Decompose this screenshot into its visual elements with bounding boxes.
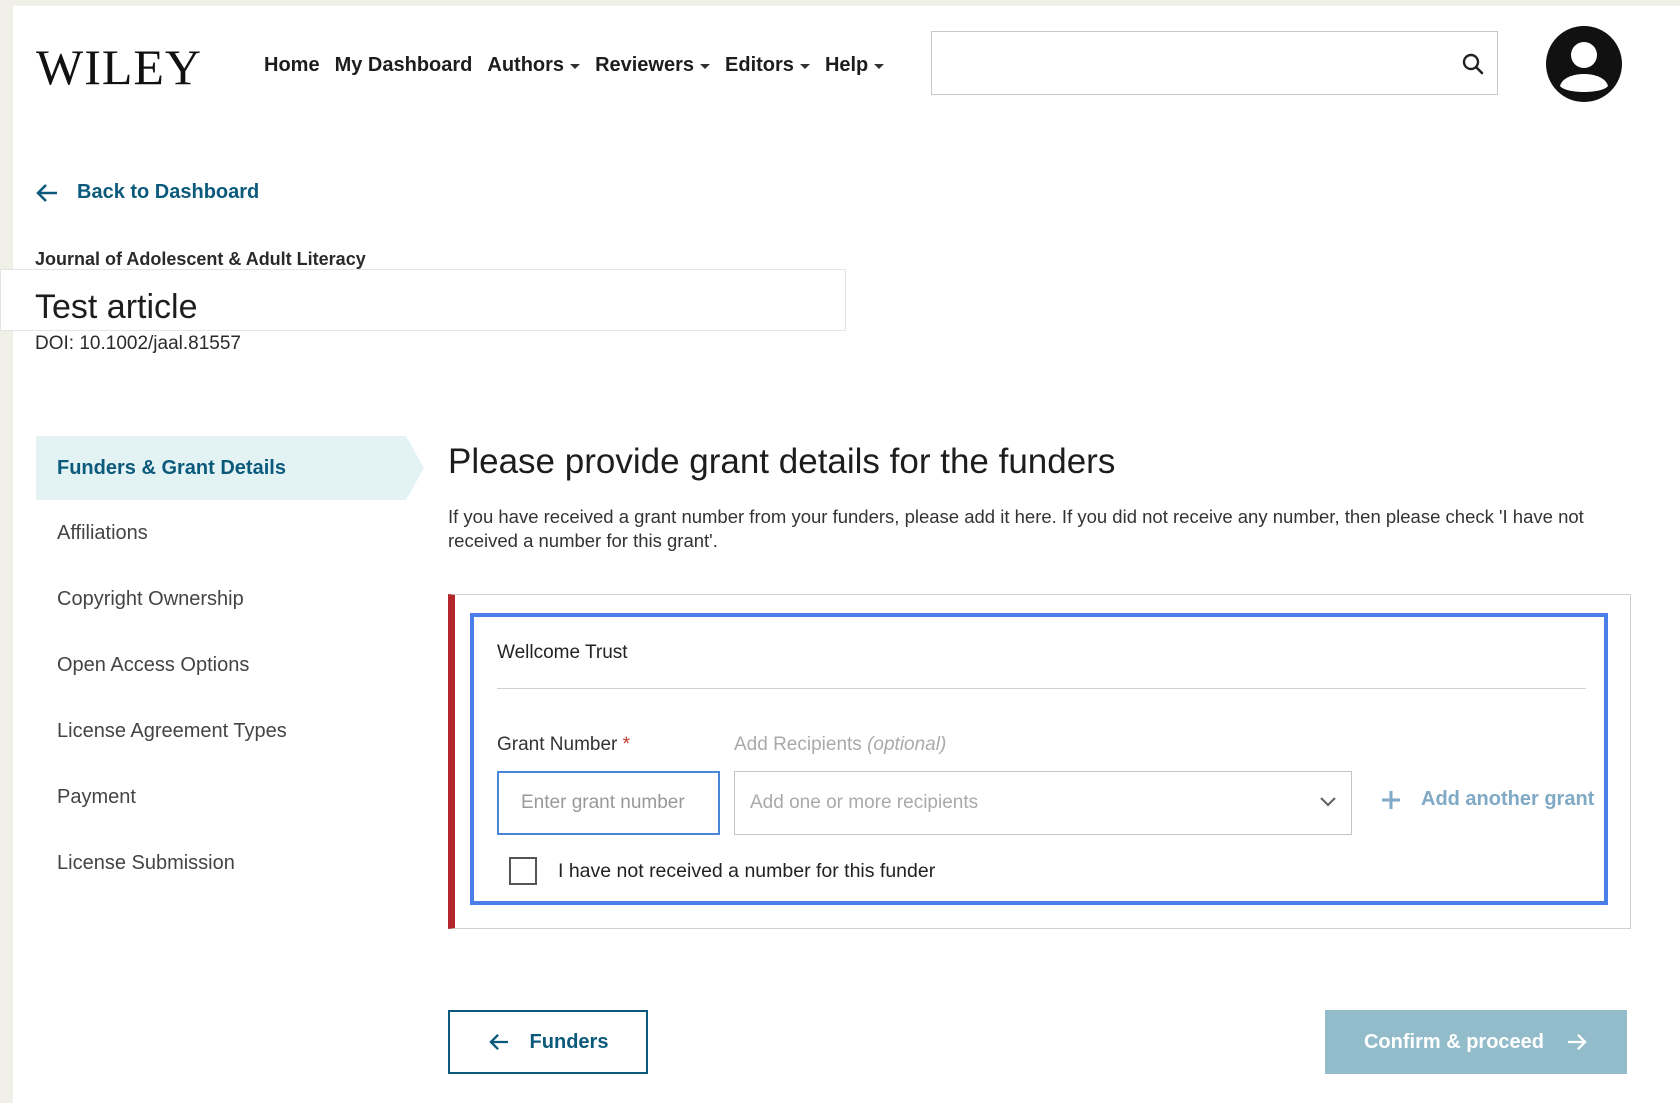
step-sidebar: Funders & Grant Details Affiliations Cop… bbox=[36, 436, 424, 896]
arrow-left-icon bbox=[488, 1033, 508, 1051]
nav-label: Home bbox=[264, 54, 320, 76]
back-to-dashboard-link[interactable]: Back to Dashboard bbox=[35, 181, 259, 204]
nav-editors[interactable]: Editors bbox=[725, 54, 810, 77]
sidebar-item-label: Open Access Options bbox=[57, 653, 250, 676]
nav-my-dashboard[interactable]: My Dashboard bbox=[335, 54, 473, 77]
article-doi: DOI: 10.1002/jaal.81557 bbox=[35, 333, 241, 354]
back-link-label: Back to Dashboard bbox=[77, 181, 260, 203]
caret-down-icon bbox=[570, 64, 581, 69]
recipients-placeholder: Add one or more recipients bbox=[750, 792, 979, 813]
funder-name: Wellcome Trust bbox=[497, 642, 628, 663]
nav-label: Editors bbox=[725, 54, 794, 76]
chevron-down-icon bbox=[1320, 797, 1336, 807]
sidebar-item-license-agreement-types[interactable]: License Agreement Types bbox=[36, 698, 406, 764]
confirm-button-label: Confirm & proceed bbox=[1363, 1030, 1545, 1053]
sidebar-item-affiliations[interactable]: Affiliations bbox=[36, 500, 406, 566]
sidebar-item-label: Copyright Ownership bbox=[57, 587, 244, 610]
caret-down-icon bbox=[874, 64, 885, 69]
required-asterisk: * bbox=[622, 734, 631, 755]
optional-tag: (optional) bbox=[867, 734, 947, 755]
sidebar-item-payment[interactable]: Payment bbox=[36, 764, 406, 830]
intro-text: If you have received a grant number from… bbox=[448, 506, 1584, 551]
sidebar-item-funders-grant-details[interactable]: Funders & Grant Details bbox=[36, 436, 424, 500]
sidebar-item-label: Funders & Grant Details bbox=[57, 456, 286, 479]
recipients-label-text: Add Recipients bbox=[734, 734, 862, 755]
caret-down-icon bbox=[799, 64, 810, 69]
search-icon[interactable] bbox=[1461, 52, 1485, 76]
journal-name: Journal of Adolescent & Adult Literacy bbox=[35, 249, 366, 269]
divider bbox=[497, 688, 1586, 689]
back-button-label: Funders bbox=[529, 1030, 609, 1053]
main-nav: Home My Dashboard Authors Reviewers Edit… bbox=[264, 54, 885, 77]
nav-home[interactable]: Home bbox=[264, 54, 320, 77]
add-grant-label: Add another grant bbox=[1421, 788, 1595, 810]
grant-number-input[interactable] bbox=[497, 771, 720, 835]
nav-label: Authors bbox=[487, 54, 565, 76]
caret-down-icon bbox=[700, 64, 711, 69]
no-number-label[interactable]: I have not received a number for this fu… bbox=[558, 860, 935, 883]
nav-label: Reviewers bbox=[595, 54, 695, 76]
wiley-logo[interactable]: WILEY bbox=[36, 38, 202, 96]
recipients-select[interactable]: Add one or more recipients bbox=[734, 771, 1352, 835]
arrow-right-icon bbox=[1568, 1033, 1587, 1051]
sidebar-item-copyright-ownership[interactable]: Copyright Ownership bbox=[36, 566, 406, 632]
sidebar-item-open-access-options[interactable]: Open Access Options bbox=[36, 632, 406, 698]
no-number-checkbox[interactable] bbox=[509, 857, 537, 885]
arrow-left-icon bbox=[36, 183, 57, 202]
search-input[interactable] bbox=[931, 31, 1498, 95]
confirm-proceed-button[interactable]: Confirm & proceed bbox=[1325, 1010, 1627, 1074]
grant-number-label: Grant Number * bbox=[497, 734, 630, 756]
page-heading: Please provide grant details for the fun… bbox=[448, 442, 1116, 481]
add-another-grant-button[interactable]: Add another grant bbox=[1381, 788, 1594, 811]
nav-label: Help bbox=[824, 54, 869, 76]
sidebar-item-label: Affiliations bbox=[57, 521, 148, 544]
sidebar-item-license-submission[interactable]: License Submission bbox=[36, 830, 406, 896]
user-avatar-icon[interactable] bbox=[1546, 26, 1622, 102]
nav-help[interactable]: Help bbox=[824, 54, 885, 77]
grant-number-label-text: Grant Number bbox=[497, 734, 618, 755]
nav-label: My Dashboard bbox=[334, 54, 473, 76]
nav-authors[interactable]: Authors bbox=[487, 54, 581, 77]
back-funders-button[interactable]: Funders bbox=[448, 1010, 648, 1074]
plus-icon bbox=[1382, 790, 1400, 809]
sidebar-item-label: Payment bbox=[57, 785, 136, 808]
sidebar-item-label: License Agreement Types bbox=[57, 719, 287, 742]
recipients-label: Add Recipients (optional) bbox=[734, 734, 946, 756]
nav-reviewers[interactable]: Reviewers bbox=[595, 54, 711, 77]
sidebar-item-label: License Submission bbox=[57, 851, 235, 874]
article-title: Test article bbox=[35, 288, 198, 326]
